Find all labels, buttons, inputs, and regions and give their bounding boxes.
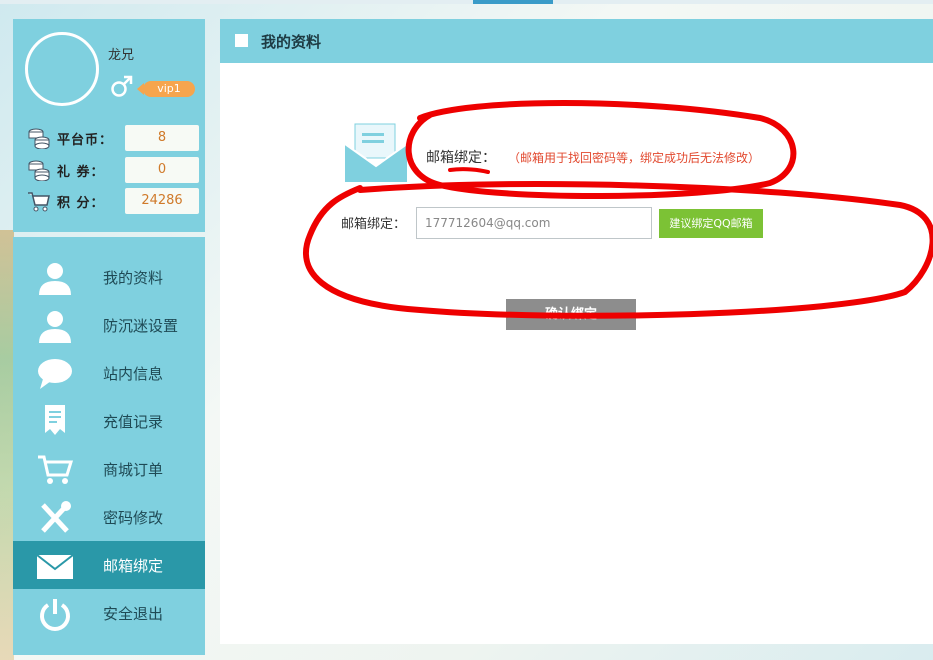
header-square-icon xyxy=(235,34,248,47)
sidebar-item-recharge[interactable]: 充值记录 xyxy=(13,397,205,445)
stat-row-coins: 平台币： 8 xyxy=(27,125,207,153)
male-icon xyxy=(111,75,133,97)
sidebar-item-anti-addiction[interactable]: 防沉迷设置 xyxy=(13,301,205,349)
confirm-binding-button[interactable]: 确认绑定 xyxy=(506,299,636,330)
top-bar-indicator xyxy=(473,0,553,4)
user-icon xyxy=(39,263,71,295)
stat-value: 8 xyxy=(125,125,199,151)
envelope-icon xyxy=(345,123,407,182)
power-icon xyxy=(40,599,70,631)
sidebar-item-label: 密码修改 xyxy=(103,509,164,527)
stat-value: 24286 xyxy=(125,188,199,214)
stat-row-coupon: 礼 券： 0 xyxy=(27,157,207,185)
mail-icon xyxy=(36,554,74,579)
username: 龙兄 xyxy=(108,48,135,63)
sidebar-item-messages[interactable]: 站内信息 xyxy=(13,349,205,397)
user-icon xyxy=(39,311,71,343)
sidebar-item-email-binding[interactable]: 邮箱绑定 xyxy=(13,541,205,589)
main-panel: 我的资料 邮箱绑定： （邮箱用于找回密码等，绑定成功后无法修改） 邮箱绑定： 建… xyxy=(220,19,933,644)
sidebar-item-label: 防沉迷设置 xyxy=(103,317,179,335)
bind-note: （邮箱用于找回密码等，绑定成功后无法修改） xyxy=(508,151,761,165)
email-input[interactable] xyxy=(416,207,652,239)
coins-icon xyxy=(28,128,50,149)
sidebar-item-label: 充值记录 xyxy=(103,413,164,431)
sidebar-item-orders[interactable]: 商城订单 xyxy=(13,445,205,493)
sidebar-item-label: 安全退出 xyxy=(103,605,164,623)
sidebar-item-logout[interactable]: 安全退出 xyxy=(13,589,205,637)
vip-badge: vip1 xyxy=(137,81,195,97)
email-label: 邮箱绑定： xyxy=(341,217,407,232)
coupon-icon xyxy=(28,160,50,181)
sidebar-item-label: 商城订单 xyxy=(103,461,164,479)
stat-label: 礼 券： xyxy=(57,165,105,180)
page-title: 我的资料 xyxy=(261,33,322,51)
sidebar-item-profile[interactable]: 我的资料 xyxy=(13,253,205,301)
sidebar-item-label: 我的资料 xyxy=(103,269,164,287)
sidebar-item-password[interactable]: 密码修改 xyxy=(13,493,205,541)
sidebar-item-label: 站内信息 xyxy=(103,365,164,383)
cart-icon xyxy=(28,192,50,212)
background-decoration xyxy=(0,230,14,660)
suggest-qq-mail-button[interactable]: 建议绑定QQ邮箱 xyxy=(659,209,763,238)
top-bar xyxy=(0,0,933,4)
stat-value: 0 xyxy=(125,157,199,183)
document-icon xyxy=(45,405,65,435)
main-header: 我的资料 xyxy=(220,19,933,63)
stat-label: 积 分： xyxy=(57,196,105,211)
stat-label: 平台币： xyxy=(57,133,114,148)
stat-row-points: 积 分： 24286 xyxy=(27,188,207,216)
avatar[interactable] xyxy=(25,32,99,106)
user-panel: 龙兄 vip1 平台币： 8 礼 券： 0 积 分： 24286 xyxy=(13,19,205,232)
cart-icon xyxy=(38,455,74,484)
tools-icon xyxy=(41,501,71,533)
chat-bubble-icon xyxy=(38,359,72,389)
sidebar-nav: 我的资料 防沉迷设置 站内信息 充值记录 商城订单 密码修改 邮箱绑定 安全退出 xyxy=(13,237,205,655)
bind-title: 邮箱绑定： xyxy=(426,150,496,166)
sidebar-item-label: 邮箱绑定 xyxy=(103,557,164,575)
